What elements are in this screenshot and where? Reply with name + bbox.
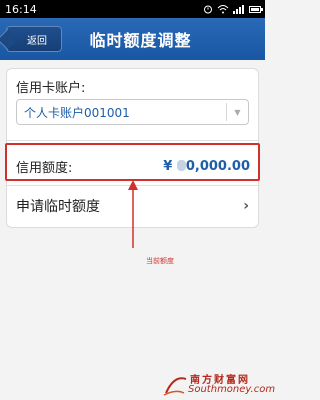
watermark-url: Southmoney.com [188,384,276,395]
divider [7,140,258,141]
status-icons [203,4,263,14]
wifi-icon [217,5,229,14]
header-bar: 返回 临时额度调整 [0,18,265,60]
watermark-logo-icon [163,377,187,396]
battery-icon [249,5,263,13]
dropdown-arrow-icon: ▼ [226,103,248,121]
chevron-right-icon: › [243,198,249,214]
apply-temporary-limit-label: 申请临时额度 [16,199,100,215]
back-button[interactable]: 返回 [6,26,62,52]
watermark: 南方财富网 Southmoney.com [162,371,275,400]
highlight-box [5,143,260,181]
back-button-label: 返回 [27,35,47,47]
account-select[interactable]: 个人卡账户001001 ▼ [16,99,249,125]
annotation-label: 当前额度 [146,257,174,265]
account-label: 信用卡账户: [16,81,86,96]
status-time: 16:14 [5,2,37,16]
annotation-arrow-icon [128,180,138,248]
alarm-icon [204,5,212,14]
page-title: 临时额度调整 [89,31,192,50]
signal-icon [233,4,244,14]
status-bar: 16:14 [0,0,265,18]
account-select-value: 个人卡账户001001 [24,105,130,120]
